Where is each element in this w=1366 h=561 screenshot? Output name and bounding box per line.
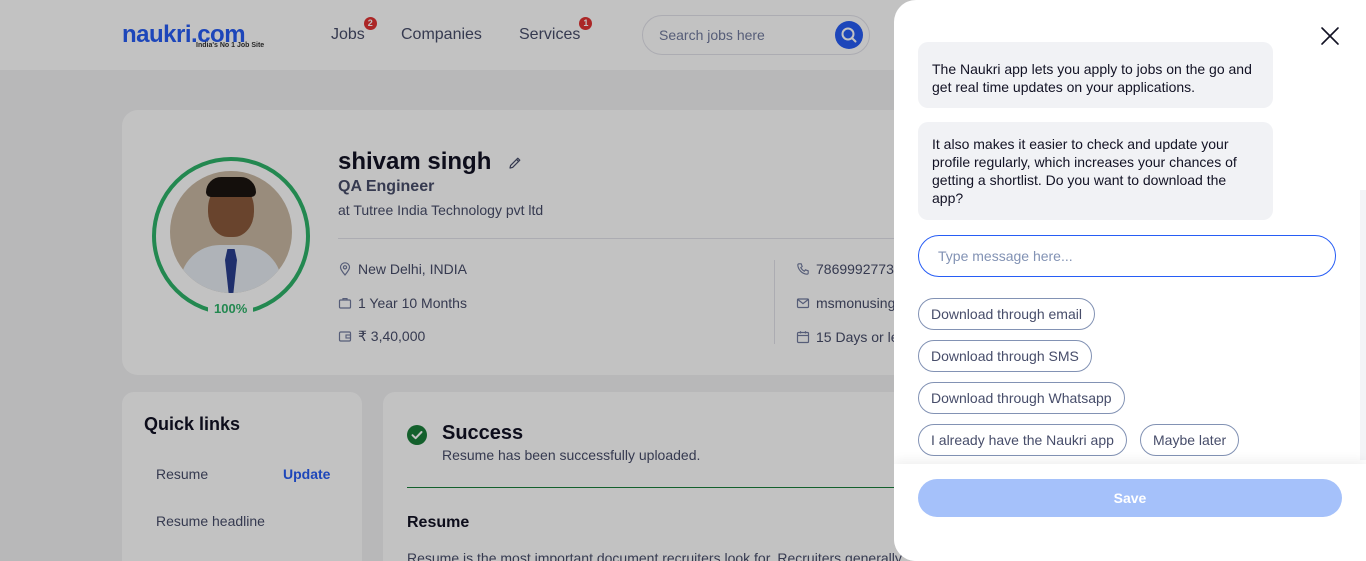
chat-scrollbar[interactable] <box>1360 190 1366 460</box>
maybe-later-option[interactable]: Maybe later <box>1140 424 1240 456</box>
close-icon[interactable] <box>1318 24 1342 48</box>
download-sms-option[interactable]: Download through SMS <box>918 340 1092 372</box>
download-email-option[interactable]: Download through email <box>918 298 1095 330</box>
chat-message: It also makes it easier to check and upd… <box>918 122 1273 220</box>
save-bar: Save <box>894 464 1366 561</box>
already-have-app-option[interactable]: I already have the Naukri app <box>918 424 1127 456</box>
download-whatsapp-option[interactable]: Download through Whatsapp <box>918 382 1125 414</box>
chat-message-input[interactable] <box>918 235 1336 277</box>
chat-message: The Naukri app lets you apply to jobs on… <box>918 42 1273 108</box>
save-button[interactable]: Save <box>918 479 1342 517</box>
chatbot-drawer: The Naukri app lets you apply to jobs on… <box>894 0 1366 561</box>
